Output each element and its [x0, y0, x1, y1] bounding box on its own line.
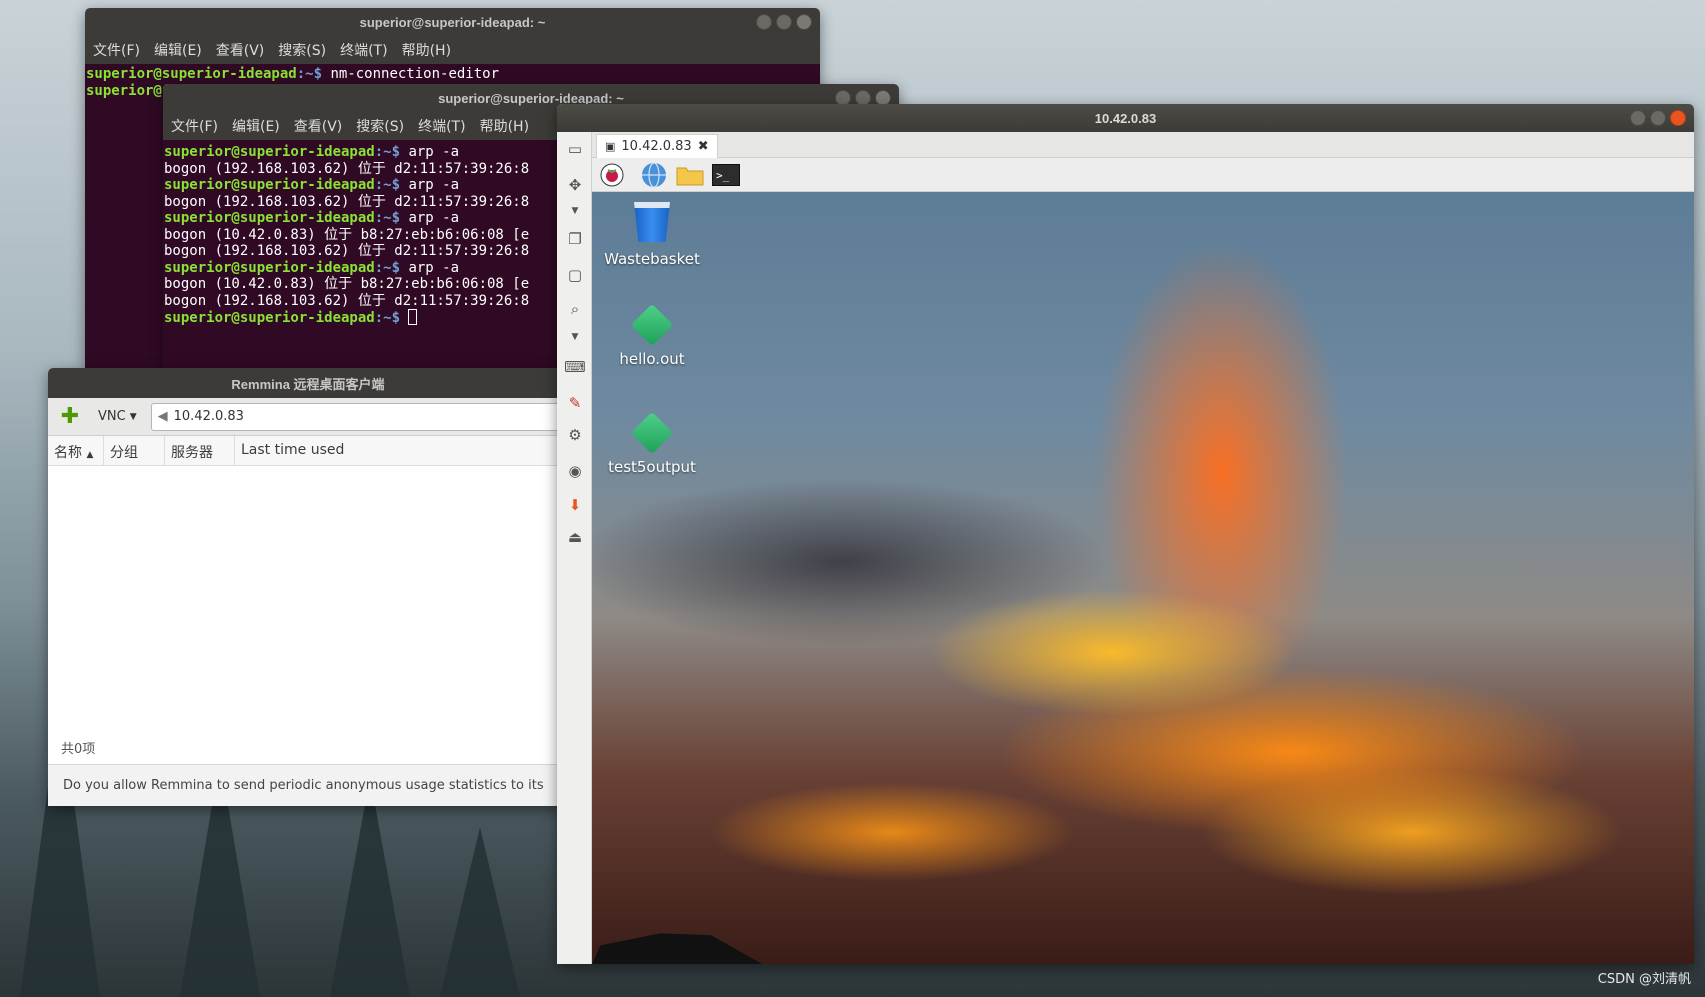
raspberry-menu-icon[interactable] — [598, 162, 626, 188]
zoom-icon[interactable]: ⌕ — [564, 300, 586, 318]
svg-text:>_: >_ — [716, 169, 730, 182]
menu-view[interactable]: 查看(V) — [216, 40, 265, 60]
vnc-viewer-window[interactable]: 10.42.0.83 ▭ ✥ ▼ ❐ ▢ ⌕ ▼ ⌨ ✎ ⚙ ◉ ⬇ ⏏ ▣ 1… — [557, 104, 1694, 964]
column-last-used[interactable]: Last time used — [235, 436, 568, 465]
arp-output-line: bogon (192.168.103.62) 位于 d2:11:57:39:26… — [164, 292, 530, 309]
close-button[interactable] — [1670, 110, 1686, 126]
menu-view[interactable]: 查看(V) — [294, 116, 343, 136]
executable-file-icon — [630, 411, 674, 455]
chevron-down-icon[interactable]: ▼ — [564, 328, 586, 346]
maximize-button[interactable] — [1650, 110, 1666, 126]
wastebasket-icon — [634, 202, 670, 242]
connection-list[interactable] — [48, 466, 568, 730]
command-text: nm-connection-editor — [322, 66, 500, 82]
column-group[interactable]: 分组 — [104, 436, 165, 465]
menu-search[interactable]: 搜索(S) — [356, 116, 404, 136]
menu-edit[interactable]: 编辑(E) — [154, 40, 202, 60]
remote-desktop[interactable]: Wastebasket hello.out test5output — [592, 192, 1694, 964]
quick-connect-input[interactable]: ◀︎ 10.42.0.83 — [150, 402, 560, 431]
menu-terminal[interactable]: 终端(T) — [418, 116, 465, 136]
arp-output-line: bogon (192.168.103.62) 位于 d2:11:57:39:26… — [164, 193, 530, 210]
protocol-select[interactable]: VNC ▼ — [92, 409, 143, 424]
menubar: 文件(F) 编辑(E) 查看(V) 搜索(S) 终端(T) 帮助(H) — [85, 36, 820, 64]
background-tree — [330, 777, 410, 997]
remmina-titlebar[interactable]: Remmina 远程桌面客户端 — [48, 368, 568, 398]
keyboard-icon[interactable]: ⌨ — [564, 358, 586, 376]
column-server[interactable]: 服务器 — [165, 436, 235, 465]
add-connection-button[interactable]: ✚ — [56, 404, 84, 429]
fullscreen-icon[interactable]: ▢ — [564, 266, 586, 284]
prompt: superior@ — [86, 82, 162, 99]
text-cursor — [408, 309, 418, 325]
window-title: superior@superior-ideapad: ~ — [359, 14, 546, 30]
window-title: Remmina 远程桌面客户端 — [231, 376, 385, 392]
arp-output-line: bogon (192.168.103.62) 位于 d2:11:57:39:26… — [164, 160, 530, 177]
remmina-toolbar: ✚ VNC ▼ ◀︎ 10.42.0.83 — [48, 398, 568, 436]
monitor-icon: ▣ — [605, 140, 616, 153]
item-count: 共0项 — [61, 741, 96, 757]
column-name[interactable]: 名称 ▲ — [48, 436, 104, 465]
browser-globe-icon[interactable] — [640, 162, 668, 188]
tab-connection[interactable]: ▣ 10.42.0.83 ✖ — [596, 134, 718, 158]
minimize-button[interactable] — [1630, 110, 1646, 126]
vnc-tab-bar: ▣ 10.42.0.83 ✖ — [592, 132, 1694, 158]
menu-file[interactable]: 文件(F) — [171, 116, 218, 136]
window-mode-icon[interactable]: ▭ — [564, 140, 586, 158]
desktop-icon-test5output[interactable]: test5output — [592, 411, 712, 476]
screenshot-icon[interactable]: ◉ — [564, 462, 586, 480]
window-title: 10.42.0.83 — [1094, 110, 1157, 126]
file-manager-folder-icon[interactable] — [676, 162, 704, 188]
menu-help[interactable]: 帮助(H) — [402, 40, 451, 60]
executable-file-icon — [630, 303, 674, 347]
terminal-icon[interactable]: >_ — [712, 162, 740, 188]
maximize-button[interactable] — [776, 14, 792, 30]
arp-output-line: bogon (10.42.0.83) 位于 b8:27:eb:b6:06:08 … — [164, 226, 530, 243]
menu-edit[interactable]: 编辑(E) — [232, 116, 280, 136]
tools-icon[interactable]: ✎ — [564, 394, 586, 412]
remmina-side-toolbar: ▭ ✥ ▼ ❐ ▢ ⌕ ▼ ⌨ ✎ ⚙ ◉ ⬇ ⏏ — [557, 132, 592, 964]
desktop-icon-hello-out[interactable]: hello.out — [592, 303, 712, 368]
minimize-to-tray-icon[interactable]: ⬇ — [564, 496, 586, 514]
watermark: CSDN @刘清帆 — [1597, 972, 1691, 987]
desktop-icon-wastebasket[interactable]: Wastebasket — [592, 202, 712, 268]
minimize-button[interactable] — [756, 14, 772, 30]
menu-search[interactable]: 搜索(S) — [278, 40, 326, 60]
prompt: superior@superior-ideapad:~$ — [86, 66, 323, 82]
connection-list-header: 名称 ▲ 分组 服务器 Last time used — [48, 436, 568, 466]
menu-help[interactable]: 帮助(H) — [480, 116, 529, 136]
disconnect-icon[interactable]: ⏏ — [564, 528, 586, 546]
terminal-1-titlebar[interactable]: superior@superior-ideapad: ~ — [85, 8, 820, 36]
multi-monitor-icon[interactable]: ❐ — [564, 230, 586, 248]
chevron-down-icon: ▼ — [129, 411, 137, 422]
usage-stats-message: Do you allow Remmina to send periodic an… — [48, 764, 568, 806]
fit-window-icon[interactable]: ✥ — [564, 176, 586, 194]
chevron-down-icon[interactable]: ▼ — [564, 202, 586, 220]
close-button[interactable] — [796, 14, 812, 30]
mountain-silhouette — [592, 933, 762, 964]
background-tree — [440, 827, 520, 997]
vnc-titlebar[interactable]: 10.42.0.83 — [557, 104, 1694, 132]
arp-output-line: bogon (192.168.103.62) 位于 d2:11:57:39:26… — [164, 243, 530, 259]
preferences-icon[interactable]: ⚙ — [564, 426, 586, 444]
speaker-icon: ◀︎ — [157, 409, 168, 424]
menu-terminal[interactable]: 终端(T) — [340, 40, 387, 60]
raspberry-pi-panel: >_ — [592, 158, 1694, 192]
menu-file[interactable]: 文件(F) — [93, 40, 140, 60]
close-tab-icon[interactable]: ✖ — [698, 139, 709, 154]
remmina-window[interactable]: Remmina 远程桌面客户端 ✚ VNC ▼ ◀︎ 10.42.0.83 名称… — [48, 368, 568, 806]
arp-output-line: bogon (10.42.0.83) 位于 b8:27:eb:b6:06:08 … — [164, 276, 530, 292]
